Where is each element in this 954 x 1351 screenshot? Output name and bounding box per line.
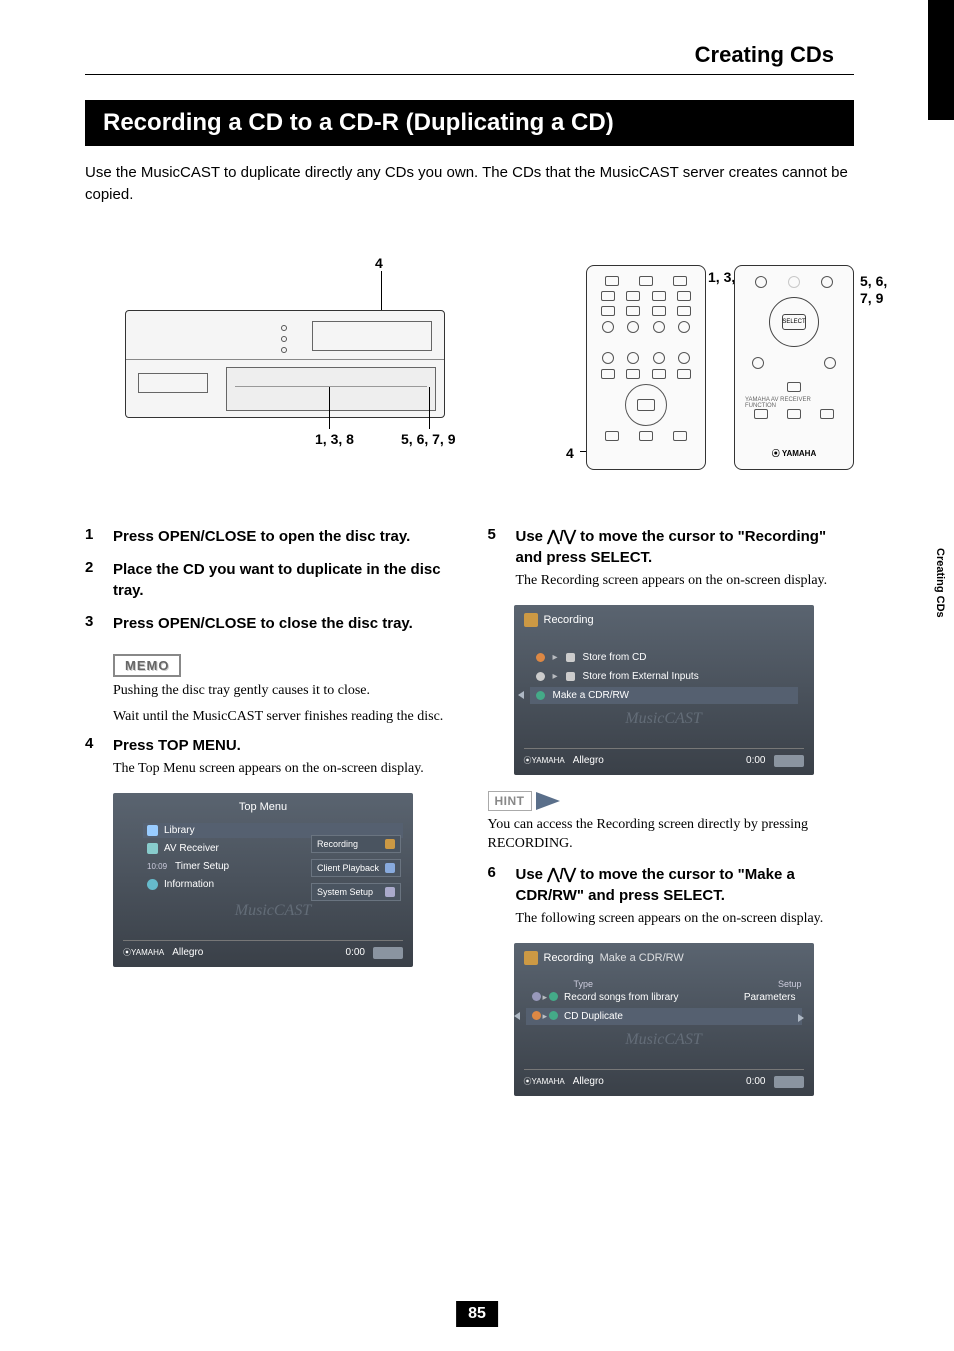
remote-large: SELECT YAMAHA AV RECEIVER FUNCTION ⦿ YAM… [734, 265, 854, 470]
up-down-icon: ⋀/⋁ [547, 864, 576, 885]
intro-text: Use the MusicCAST to duplicate directly … [85, 162, 854, 206]
screenshot-make-cdr: Recording Make a CDR/RW Type Setup ▸ Rec… [514, 943, 814, 1096]
ss-item: Make a CDR/RW [553, 690, 630, 701]
ss-item: System Setup [317, 887, 373, 897]
ss-watermark: MusicCAST [530, 706, 798, 742]
device-screen [312, 321, 432, 351]
step-2: 2 Place the CD you want to duplicate in … [85, 559, 452, 601]
screenshot-recording: Recording ▸Store from CD ▸Store from Ext… [514, 605, 814, 775]
step-num: 2 [85, 559, 113, 601]
ss-time: 0:00 [746, 1076, 765, 1087]
step-caption: The Top Menu screen appears on the on-sc… [113, 760, 452, 779]
step-text: Press OPEN/CLOSE to open the disc tray. [113, 526, 452, 547]
ss-col-type: Type [574, 979, 594, 989]
ss-logo: YAMAHA [532, 756, 565, 765]
ss-row: Record songs from library [564, 992, 678, 1003]
screenshot-top-menu: Top Menu Library AV Receiver 10:09 Timer … [113, 793, 413, 967]
callout-138: 1, 3, 8 [315, 431, 354, 447]
header-title: Creating CDs [695, 42, 834, 68]
step-text: Press TOP MENU. [113, 735, 452, 756]
section-title: Recording a CD to a CD-R (Duplicating a … [103, 109, 614, 136]
ss-time: 0:00 [746, 755, 765, 766]
ss-watermark: MusicCAST [143, 898, 403, 934]
ss-track: Allegro [172, 947, 203, 958]
step-caption: The Recording screen appears on the on-s… [516, 572, 855, 591]
recording-icon [524, 951, 538, 965]
ss-item: Client Playback [317, 863, 379, 873]
device-panel [226, 367, 436, 411]
step-6: 6 Use ⋀/⋁ to move the cursor to "Make a … [488, 864, 855, 929]
ss-logo: YAMAHA [532, 1077, 565, 1086]
step-num: 1 [85, 526, 113, 547]
remote-logo: ⦿ YAMAHA [772, 448, 816, 459]
remote-small [586, 265, 706, 470]
step-5: 5 Use ⋀/⋁ to move the cursor to "Recordi… [488, 526, 855, 591]
ss-item: Library [164, 825, 195, 836]
up-down-icon: ⋀/⋁ [547, 526, 576, 547]
callout-138-line [329, 387, 330, 429]
ss-item: Store from External Inputs [583, 671, 699, 682]
callout-5679: 5, 6, 7, 9 [401, 431, 455, 447]
ss-item: Store from CD [583, 652, 647, 663]
hint-arrow-icon [536, 792, 560, 810]
callout-5679-line [429, 387, 430, 429]
page-number: 85 [456, 1301, 498, 1327]
device-knobs [281, 325, 287, 353]
remote-callout-5679: 5, 6, 7, 9 [860, 273, 900, 307]
recording-icon [524, 613, 538, 627]
device-diagram: 4 1, 3, 8 5, 6, 7, 9 [85, 255, 465, 460]
step-caption: The following screen appears on the on-s… [516, 910, 855, 929]
ss-breadcrumb-b: Make a CDR/RW [600, 952, 684, 964]
section-title-bar: Recording a CD to a CD-R (Duplicating a … [85, 100, 854, 146]
ss-title: Top Menu [239, 801, 287, 813]
step-1: 1 Press OPEN/CLOSE to open the disc tray… [85, 526, 452, 547]
header-divider [85, 74, 854, 75]
ss-watermark: MusicCAST [526, 1027, 802, 1063]
memo-badge: MEMO [113, 654, 181, 677]
ss-row: CD Duplicate [564, 1011, 623, 1022]
hint-text: You can access the Recording screen dire… [488, 816, 855, 854]
ss-item: Timer Setup [175, 861, 229, 872]
remote-select-label: SELECT [782, 314, 806, 330]
memo-text-2: Wait until the MusicCAST server finishes… [113, 709, 452, 725]
step-num: 6 [488, 864, 516, 929]
ss-logo: YAMAHA [131, 948, 164, 957]
step-4: 4 Press TOP MENU. The Top Menu screen ap… [85, 735, 452, 779]
right-column: 5 Use ⋀/⋁ to move the cursor to "Recordi… [488, 526, 855, 1100]
callout-4: 4 [375, 255, 383, 271]
header-black-tab [928, 0, 954, 120]
device-illustration [125, 310, 445, 418]
ss-row-setup: Parameters [744, 992, 796, 1003]
diagram-row: 4 1, 3, 8 5, 6, 7, 9 1, 3, 8 4 5, 6, 7, … [85, 255, 854, 470]
remote-diagram: 1, 3, 8 4 5, 6, 7, 9 SELECT [586, 255, 854, 470]
step-text: Place the CD you want to duplicate in th… [113, 559, 452, 601]
ss-item: Information [164, 879, 214, 890]
step-num: 5 [488, 526, 516, 591]
ss-breadcrumb-a: Recording [544, 952, 594, 964]
hint-badge-wrap: HINT [488, 791, 855, 811]
device-tray [138, 373, 208, 393]
callout-4-line [381, 271, 382, 311]
step-3: 3 Press OPEN/CLOSE to close the disc tra… [85, 613, 452, 634]
side-tab-label: Creating CDs [934, 548, 946, 618]
step-num: 4 [85, 735, 113, 779]
ss-time: 0:00 [346, 947, 365, 958]
step-num: 3 [85, 613, 113, 634]
hint-badge: HINT [488, 791, 532, 811]
ss-col-setup: Setup [778, 979, 802, 989]
ss-item: Recording [317, 839, 358, 849]
step-text: Use ⋀/⋁ to move the cursor to "Make a CD… [516, 864, 855, 906]
step-text: Press OPEN/CLOSE to close the disc tray. [113, 613, 452, 634]
ss-item: AV Receiver [164, 843, 219, 854]
remote-select-ring: SELECT [769, 297, 819, 347]
memo-text-1: Pushing the disc tray gently causes it t… [113, 683, 452, 699]
ss-timer-time: 10:09 [147, 862, 169, 871]
remote-callout-4: 4 [566, 445, 574, 461]
ss-track: Allegro [573, 1076, 604, 1087]
step-text: Use ⋀/⋁ to move the cursor to "Recording… [516, 526, 855, 568]
left-column: 1 Press OPEN/CLOSE to open the disc tray… [85, 526, 452, 1100]
ss-track: Allegro [573, 755, 604, 766]
ss-title: Recording [544, 614, 594, 626]
